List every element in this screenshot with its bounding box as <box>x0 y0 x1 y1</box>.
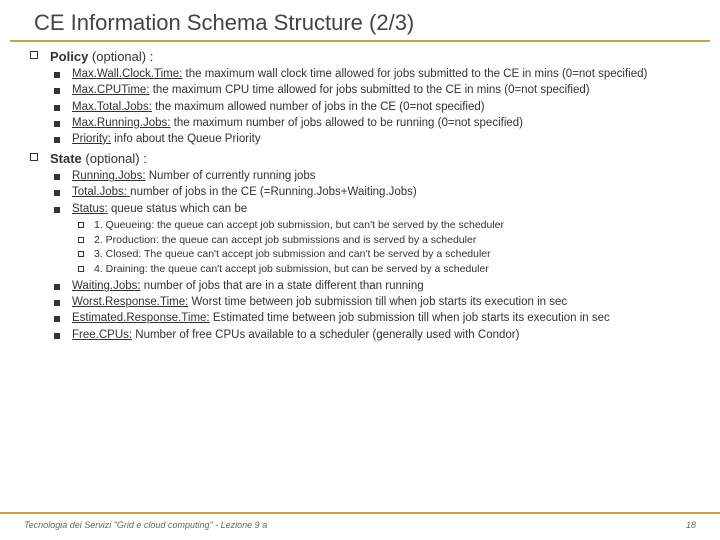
footer-right: 18 <box>686 520 696 530</box>
sub-bullet-item: 1. Queueing: the queue can accept job su… <box>72 219 702 233</box>
section: Policy (optional) : Max.Wall.Clock.Time: … <box>28 48 702 147</box>
bullet-item: Status: queue status which can be1. Queu… <box>50 202 702 278</box>
bullet-item: Waiting.Jobs: number of jobs that are in… <box>50 279 702 294</box>
bullet-item: Total.Jobs: number of jobs in the CE (=R… <box>50 185 702 200</box>
bullet-item: Max.Wall.Clock.Time: the maximum wall cl… <box>50 67 702 82</box>
bullet-item: Free.CPUs: Number of free CPUs available… <box>50 328 702 343</box>
bullet-item: Max.Total.Jobs: the maximum allowed numb… <box>50 100 702 115</box>
bullet-item: Max.Running.Jobs: the maximum number of … <box>50 116 702 131</box>
bullet-item: Estimated.Response.Time: Estimated time … <box>50 311 702 326</box>
bullet-item: Worst.Response.Time: Worst time between … <box>50 295 702 310</box>
slide-body: Policy (optional) : Max.Wall.Clock.Time: … <box>0 48 720 343</box>
sub-bullet-item: 2. Production: the queue can accept job … <box>72 234 702 248</box>
section-heading: State (optional) : <box>50 150 702 167</box>
bullet-item: Running.Jobs: Number of currently runnin… <box>50 169 702 184</box>
footer: Tecnologia dei Servizi "Grid e cloud com… <box>0 512 720 530</box>
footer-left: Tecnologia dei Servizi "Grid e cloud com… <box>24 520 267 530</box>
sub-bullet-item: 3. Closed: The queue can't accept job su… <box>72 248 702 262</box>
section: State (optional) : Running.Jobs: Number o… <box>28 150 702 343</box>
sub-bullet-item: 4. Draining: the queue can't accept job … <box>72 263 702 277</box>
bullet-item: Priority: info about the Queue Priority <box>50 132 702 147</box>
section-heading: Policy (optional) : <box>50 48 702 65</box>
title-divider <box>10 40 710 42</box>
bullet-item: Max.CPUTime: the maximum CPU time allowe… <box>50 83 702 98</box>
slide-title: CE Information Schema Structure (2/3) <box>0 0 720 40</box>
